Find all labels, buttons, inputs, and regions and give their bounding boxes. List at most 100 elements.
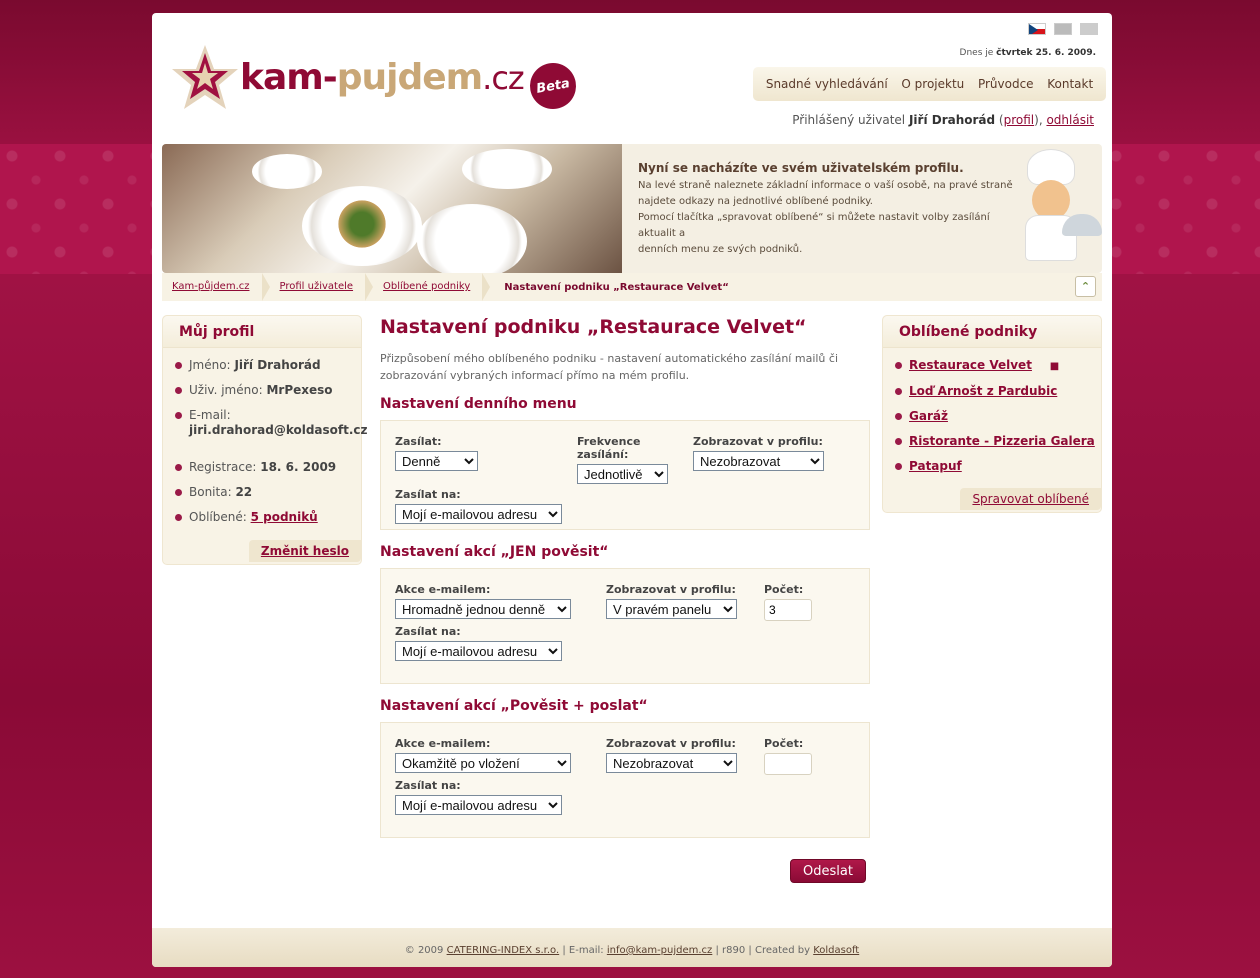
show-label: Zobrazovat v profilu: <box>606 583 736 596</box>
manage-favorites-button[interactable]: Spravovat oblíbené <box>960 488 1101 510</box>
profile-name: Jméno: Jiří Drahorád <box>175 358 361 373</box>
change-password-button[interactable]: Změnit heslo <box>248 540 361 562</box>
nav-search[interactable]: Snadné vyhledávání <box>766 77 888 91</box>
hang-only-settings: Akce e-mailem: Hromadně jednou denně Zob… <box>380 568 870 684</box>
frequency-field: Frekvence zasílání: Jednotlivě <box>577 435 693 484</box>
breadcrumb-profile[interactable]: Profil uživatele <box>270 273 374 301</box>
hang-send-settings: Akce e-mailem: Okamžitě po vložení Zobra… <box>380 722 870 838</box>
chef-face <box>1032 180 1070 220</box>
logout-link[interactable]: odhlásit <box>1046 113 1094 127</box>
show-field: Zobrazovat v profilu: V pravém panelu <box>606 583 764 621</box>
frequency-select[interactable]: Jednotlivě <box>577 464 668 484</box>
count-input[interactable] <box>764 599 812 621</box>
profile-banner: Nyní se nacházíte ve svém uživatelském p… <box>162 144 1102 273</box>
logo-cz: .cz <box>482 59 525 97</box>
date-prefix: Dnes je <box>959 48 994 58</box>
favorite-link[interactable]: Restaurace Velvet <box>909 358 1032 372</box>
banner-line: Pomocí tlačítka „spravovat oblíbené“ si … <box>638 212 990 239</box>
chef-hat <box>1028 150 1074 184</box>
send-to-select[interactable]: Mojí e-mailovou adresu <box>395 795 562 815</box>
send-to-label: Zasílat na: <box>395 779 461 792</box>
favorite-link[interactable]: Loď Arnošt z Pardubic <box>909 384 1057 398</box>
main-content: Nastavení podniku „Restaurace Velvet“ Př… <box>380 316 870 852</box>
star-logo-icon <box>172 45 238 109</box>
favorite-item: Ristorante - Pizzeria Galera <box>895 434 1101 449</box>
email-action-select[interactable]: Hromadně jednou denně <box>395 599 571 619</box>
page-title: Nastavení podniku „Restaurace Velvet“ <box>380 316 807 338</box>
show-label: Zobrazovat v profilu: <box>693 435 823 448</box>
banner-line: denních menu ze svých podniků. <box>638 244 803 255</box>
profile-email: E-mail: jiri.drahorad@koldasoft.cz <box>175 408 368 438</box>
daily-menu-row: Zasílat: Denně Frekvence zasílání: Jedno… <box>395 435 855 484</box>
send-field: Zasílat: Denně <box>395 435 577 484</box>
flag-en-icon[interactable] <box>1054 23 1072 35</box>
footer-author-link[interactable]: Koldasoft <box>813 945 859 956</box>
favorite-link[interactable]: Ristorante - Pizzeria Galera <box>909 434 1095 448</box>
favorite-item: Restaurace Velvet ■ <box>895 358 1101 374</box>
send-to-field: Zasílat na: Mojí e-mailovou adresu <box>395 625 855 661</box>
label: E-mail: <box>189 408 231 422</box>
user-prefix: Přihlášený uživatel <box>792 113 906 127</box>
section-hang-only-title: Nastavení akcí „JEN pověsit“ <box>380 544 609 560</box>
my-profile-box: Můj profil Jméno: Jiří Drahorád Uživ. jm… <box>162 315 368 565</box>
send-to-label: Zasílat na: <box>395 625 461 638</box>
value: 22 <box>235 485 253 499</box>
beta-badge: Beta <box>526 59 580 113</box>
email-action-select[interactable]: Okamžitě po vložení <box>395 753 571 773</box>
chef-illustration <box>1004 150 1102 268</box>
hang-send-row: Akce e-mailem: Okamžitě po vložení Zobra… <box>395 737 855 775</box>
banner-text: Nyní se nacházíte ve svém uživatelském p… <box>638 160 1028 258</box>
banner-title: Nyní se nacházíte ve svém uživatelském p… <box>638 161 964 175</box>
footer-revision: | r890 | Created by <box>715 945 811 956</box>
profile-link[interactable]: profil <box>1004 113 1035 127</box>
banner-line: Na levé straně naleznete základní inform… <box>638 180 1013 191</box>
logo-dash: - <box>322 57 338 98</box>
value: jiri.drahorad@koldasoft.cz <box>189 423 368 437</box>
banner-photo <box>162 144 622 273</box>
breadcrumb-favorites[interactable]: Oblíbené podniky <box>373 273 491 301</box>
favorite-link[interactable]: Garáž <box>909 409 948 423</box>
plate-image <box>462 149 552 189</box>
send-to-select[interactable]: Mojí e-mailovou adresu <box>395 504 562 524</box>
plate-image <box>252 154 322 189</box>
send-to-select[interactable]: Mojí e-mailovou adresu <box>395 641 562 661</box>
nav-guide[interactable]: Průvodce <box>978 77 1034 91</box>
show-select[interactable]: Nezobrazovat <box>693 451 824 471</box>
page-intro: Přizpůsobení mého oblíbeného podniku - n… <box>380 352 838 382</box>
site-logo[interactable]: kam-pujdem.cz Beta <box>170 43 580 133</box>
favorite-item: Garáž <box>895 409 1101 424</box>
profile-registration: Registrace: 18. 6. 2009 <box>175 460 361 475</box>
section-daily-menu-title: Nastavení denního menu <box>380 396 577 412</box>
show-select[interactable]: Nezobrazovat <box>606 753 737 773</box>
count-label: Počet: <box>764 737 804 750</box>
favorite-item: Patapuf <box>895 459 1101 474</box>
value: Jiří Drahorád <box>234 358 321 372</box>
cloche-icon <box>1062 214 1102 236</box>
profile-bonita: Bonita: 22 <box>175 485 361 500</box>
show-field: Zobrazovat v profilu: Nezobrazovat <box>693 435 824 484</box>
submit-button[interactable]: Odeslat <box>790 859 866 883</box>
language-flags <box>1028 23 1098 35</box>
favorites-count-link[interactable]: 5 podniků <box>251 510 318 524</box>
show-select[interactable]: V pravém panelu <box>606 599 737 619</box>
value: MrPexeso <box>266 383 333 397</box>
scroll-up-icon[interactable]: ⌃ <box>1075 276 1096 297</box>
send-select[interactable]: Denně <box>395 451 478 471</box>
footer-company-link[interactable]: CATERING-INDEX s.r.o. <box>447 945 560 956</box>
date-value: čtvrtek 25. 6. 2009. <box>996 48 1096 58</box>
flag-de-icon[interactable] <box>1080 23 1098 35</box>
favorite-link[interactable]: Patapuf <box>909 459 962 473</box>
send-to-field: Zasílat na: Mojí e-mailovou adresu <box>395 779 855 815</box>
flag-cz-icon[interactable] <box>1028 23 1046 35</box>
breadcrumb-home[interactable]: Kam-půjdem.cz <box>162 273 270 301</box>
profile-favorites: Oblíbené: 5 podniků <box>175 510 361 525</box>
nav-contact[interactable]: Kontakt <box>1047 77 1093 91</box>
footer-email-link[interactable]: info@kam-pujdem.cz <box>607 945 712 956</box>
breadcrumb: Kam-půjdem.cz Profil uživatele Oblíbené … <box>162 273 1102 301</box>
section-hang-send-title: Nastavení akcí „Pověsit + poslat“ <box>380 698 648 714</box>
count-input[interactable] <box>764 753 812 775</box>
logged-user-line: Přihlášený uživatel Jiří Drahorád (profi… <box>792 113 1094 127</box>
page: kam-pujdem.cz Beta Dnes je čtvrtek 25. 6… <box>152 13 1112 967</box>
nav-about[interactable]: O projektu <box>901 77 964 91</box>
count-label: Počet: <box>764 583 804 596</box>
